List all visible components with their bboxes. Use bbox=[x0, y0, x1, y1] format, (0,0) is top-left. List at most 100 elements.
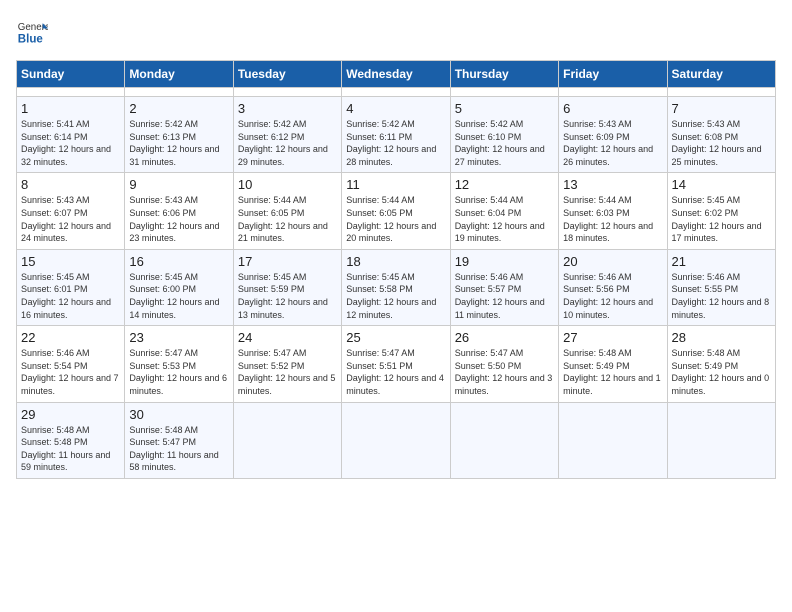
calendar-cell: 14Sunrise: 5:45 AMSunset: 6:02 PMDayligh… bbox=[667, 173, 775, 249]
calendar-cell bbox=[450, 402, 558, 478]
day-number: 15 bbox=[21, 254, 120, 269]
calendar-cell: 7 Sunrise: 5:43 AMSunset: 6:08 PMDaylight… bbox=[667, 97, 775, 173]
day-info: Sunrise: 5:46 AMSunset: 5:57 PMDaylight:… bbox=[455, 271, 554, 321]
weekday-header-tuesday: Tuesday bbox=[233, 61, 341, 88]
day-info: Sunrise: 5:48 AMSunset: 5:48 PMDaylight:… bbox=[21, 424, 120, 474]
day-number: 1 bbox=[21, 101, 120, 116]
day-number: 11 bbox=[346, 177, 445, 192]
day-info: Sunrise: 5:44 AMSunset: 6:05 PMDaylight:… bbox=[346, 194, 445, 244]
weekday-header-friday: Friday bbox=[559, 61, 667, 88]
day-number: 28 bbox=[672, 330, 771, 345]
day-number: 20 bbox=[563, 254, 662, 269]
calendar-cell bbox=[17, 88, 125, 97]
day-info: Sunrise: 5:45 AMSunset: 5:58 PMDaylight:… bbox=[346, 271, 445, 321]
calendar-cell: 26 Sunrise: 5:47 AMSunset: 5:50 PMDayligh… bbox=[450, 326, 558, 402]
calendar-cell: 19 Sunrise: 5:46 AMSunset: 5:57 PMDayligh… bbox=[450, 249, 558, 325]
calendar-cell: 1 Sunrise: 5:41 AMSunset: 6:14 PMDaylight… bbox=[17, 97, 125, 173]
calendar-cell bbox=[233, 402, 341, 478]
calendar-cell: 22Sunrise: 5:46 AMSunset: 5:54 PMDayligh… bbox=[17, 326, 125, 402]
day-info: Sunrise: 5:47 AMSunset: 5:52 PMDaylight:… bbox=[238, 347, 337, 397]
day-info: Sunrise: 5:47 AMSunset: 5:51 PMDaylight:… bbox=[346, 347, 445, 397]
calendar-cell: 23 Sunrise: 5:47 AMSunset: 5:53 PMDayligh… bbox=[125, 326, 233, 402]
day-number: 10 bbox=[238, 177, 337, 192]
calendar-cell: 12 Sunrise: 5:44 AMSunset: 6:04 PMDayligh… bbox=[450, 173, 558, 249]
weekday-header-sunday: Sunday bbox=[17, 61, 125, 88]
day-number: 12 bbox=[455, 177, 554, 192]
day-number: 18 bbox=[346, 254, 445, 269]
day-info: Sunrise: 5:47 AMSunset: 5:53 PMDaylight:… bbox=[129, 347, 228, 397]
day-info: Sunrise: 5:45 AMSunset: 6:02 PMDaylight:… bbox=[672, 194, 771, 244]
day-info: Sunrise: 5:43 AMSunset: 6:08 PMDaylight:… bbox=[672, 118, 771, 168]
day-info: Sunrise: 5:44 AMSunset: 6:04 PMDaylight:… bbox=[455, 194, 554, 244]
day-info: Sunrise: 5:43 AMSunset: 6:06 PMDaylight:… bbox=[129, 194, 228, 244]
day-info: Sunrise: 5:41 AMSunset: 6:14 PMDaylight:… bbox=[21, 118, 120, 168]
calendar-cell: 2Sunrise: 5:42 AMSunset: 6:13 PMDaylight… bbox=[125, 97, 233, 173]
calendar-cell: 24 Sunrise: 5:47 AMSunset: 5:52 PMDayligh… bbox=[233, 326, 341, 402]
calendar-table: SundayMondayTuesdayWednesdayThursdayFrid… bbox=[16, 60, 776, 479]
calendar-cell bbox=[125, 88, 233, 97]
day-info: Sunrise: 5:44 AMSunset: 6:03 PMDaylight:… bbox=[563, 194, 662, 244]
day-number: 27 bbox=[563, 330, 662, 345]
day-number: 29 bbox=[21, 407, 120, 422]
weekday-header-thursday: Thursday bbox=[450, 61, 558, 88]
day-info: Sunrise: 5:45 AMSunset: 6:00 PMDaylight:… bbox=[129, 271, 228, 321]
calendar-cell: 29 Sunrise: 5:48 AMSunset: 5:48 PMDayligh… bbox=[17, 402, 125, 478]
calendar-cell bbox=[667, 402, 775, 478]
day-info: Sunrise: 5:42 AMSunset: 6:10 PMDaylight:… bbox=[455, 118, 554, 168]
calendar-cell bbox=[559, 88, 667, 97]
weekday-header-saturday: Saturday bbox=[667, 61, 775, 88]
calendar-cell: 5 Sunrise: 5:42 AMSunset: 6:10 PMDaylight… bbox=[450, 97, 558, 173]
day-number: 13 bbox=[563, 177, 662, 192]
day-info: Sunrise: 5:45 AMSunset: 5:59 PMDaylight:… bbox=[238, 271, 337, 321]
calendar-cell bbox=[342, 88, 450, 97]
day-number: 26 bbox=[455, 330, 554, 345]
day-info: Sunrise: 5:48 AMSunset: 5:49 PMDaylight:… bbox=[672, 347, 771, 397]
day-info: Sunrise: 5:46 AMSunset: 5:55 PMDaylight:… bbox=[672, 271, 771, 321]
day-info: Sunrise: 5:48 AMSunset: 5:49 PMDaylight:… bbox=[563, 347, 662, 397]
calendar-cell: 20 Sunrise: 5:46 AMSunset: 5:56 PMDayligh… bbox=[559, 249, 667, 325]
weekday-header-monday: Monday bbox=[125, 61, 233, 88]
calendar-cell: 16 Sunrise: 5:45 AMSunset: 6:00 PMDayligh… bbox=[125, 249, 233, 325]
day-info: Sunrise: 5:46 AMSunset: 5:54 PMDaylight:… bbox=[21, 347, 120, 397]
calendar-cell: 8Sunrise: 5:43 AMSunset: 6:07 PMDaylight… bbox=[17, 173, 125, 249]
day-info: Sunrise: 5:43 AMSunset: 6:07 PMDaylight:… bbox=[21, 194, 120, 244]
day-info: Sunrise: 5:44 AMSunset: 6:05 PMDaylight:… bbox=[238, 194, 337, 244]
day-number: 6 bbox=[563, 101, 662, 116]
calendar-cell: 3 Sunrise: 5:42 AMSunset: 6:12 PMDaylight… bbox=[233, 97, 341, 173]
day-info: Sunrise: 5:43 AMSunset: 6:09 PMDaylight:… bbox=[563, 118, 662, 168]
day-number: 24 bbox=[238, 330, 337, 345]
page-header: General Blue bbox=[16, 16, 776, 48]
calendar-cell bbox=[450, 88, 558, 97]
calendar-cell: 10 Sunrise: 5:44 AMSunset: 6:05 PMDayligh… bbox=[233, 173, 341, 249]
calendar-cell: 9 Sunrise: 5:43 AMSunset: 6:06 PMDaylight… bbox=[125, 173, 233, 249]
calendar-cell: 18 Sunrise: 5:45 AMSunset: 5:58 PMDayligh… bbox=[342, 249, 450, 325]
day-number: 21 bbox=[672, 254, 771, 269]
day-info: Sunrise: 5:42 AMSunset: 6:13 PMDaylight:… bbox=[129, 118, 228, 168]
calendar-cell bbox=[233, 88, 341, 97]
logo-icon: General Blue bbox=[16, 16, 48, 48]
day-number: 3 bbox=[238, 101, 337, 116]
day-number: 7 bbox=[672, 101, 771, 116]
calendar-cell: 30Sunrise: 5:48 AMSunset: 5:47 PMDayligh… bbox=[125, 402, 233, 478]
logo: General Blue bbox=[16, 16, 48, 48]
svg-text:Blue: Blue bbox=[18, 34, 44, 46]
calendar-cell bbox=[559, 402, 667, 478]
day-number: 17 bbox=[238, 254, 337, 269]
calendar-cell: 25 Sunrise: 5:47 AMSunset: 5:51 PMDayligh… bbox=[342, 326, 450, 402]
day-number: 9 bbox=[129, 177, 228, 192]
day-info: Sunrise: 5:42 AMSunset: 6:12 PMDaylight:… bbox=[238, 118, 337, 168]
day-number: 5 bbox=[455, 101, 554, 116]
day-number: 19 bbox=[455, 254, 554, 269]
calendar-cell: 17 Sunrise: 5:45 AMSunset: 5:59 PMDayligh… bbox=[233, 249, 341, 325]
day-info: Sunrise: 5:47 AMSunset: 5:50 PMDaylight:… bbox=[455, 347, 554, 397]
day-number: 16 bbox=[129, 254, 228, 269]
day-info: Sunrise: 5:46 AMSunset: 5:56 PMDaylight:… bbox=[563, 271, 662, 321]
day-number: 23 bbox=[129, 330, 228, 345]
calendar-cell: 15 Sunrise: 5:45 AMSunset: 6:01 PMDayligh… bbox=[17, 249, 125, 325]
calendar-cell: 4Sunrise: 5:42 AMSunset: 6:11 PMDaylight… bbox=[342, 97, 450, 173]
weekday-header-wednesday: Wednesday bbox=[342, 61, 450, 88]
calendar-cell: 27 Sunrise: 5:48 AMSunset: 5:49 PMDayligh… bbox=[559, 326, 667, 402]
calendar-cell bbox=[342, 402, 450, 478]
day-info: Sunrise: 5:45 AMSunset: 6:01 PMDaylight:… bbox=[21, 271, 120, 321]
day-number: 25 bbox=[346, 330, 445, 345]
